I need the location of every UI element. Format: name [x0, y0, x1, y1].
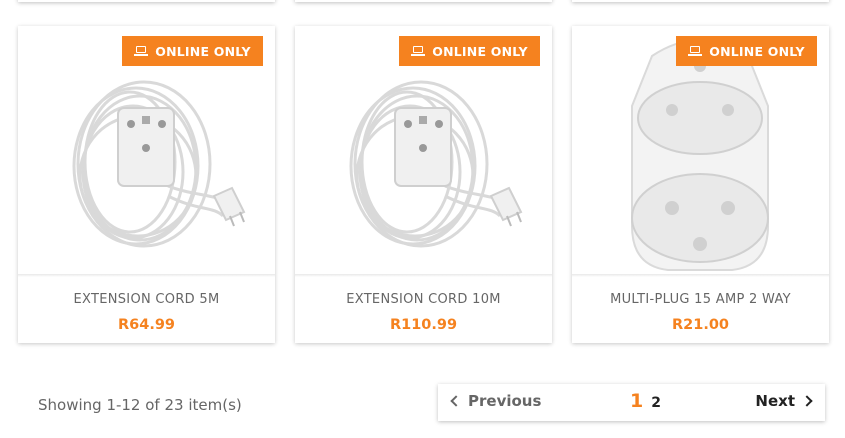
product-card-partial: [295, 0, 552, 2]
next-page-button[interactable]: Next: [755, 392, 813, 410]
product-price: R21.00: [671, 317, 730, 333]
laptop-icon: [411, 45, 426, 57]
product-card[interactable]: ONLINE ONLY EXTENSION CORD 5M R64.99: [18, 26, 275, 343]
product-image[interactable]: ONLINE ONLY: [295, 26, 552, 274]
product-card[interactable]: ONLINE ONLY EXTENSION CORD 10M R110.99: [295, 26, 552, 343]
product-card-partial: [572, 0, 829, 2]
product-card-partial: [18, 0, 275, 2]
product-name[interactable]: EXTENSION CORD 5M: [18, 292, 275, 307]
product-price: R64.99: [117, 317, 176, 333]
badge-label: ONLINE ONLY: [709, 43, 805, 59]
chevron-right-icon: [801, 395, 813, 407]
product-card[interactable]: ONLINE ONLY MULTI-PLUG 15 AMP 2 WAY R21.…: [572, 26, 829, 343]
product-image[interactable]: ONLINE ONLY: [572, 26, 829, 274]
online-only-badge: ONLINE ONLY: [122, 36, 263, 66]
page-1-current: 1: [630, 390, 644, 412]
previous-page-button[interactable]: Previous: [450, 392, 542, 410]
card-divider: [18, 274, 275, 277]
product-price: R110.99: [389, 317, 458, 333]
next-label: Next: [755, 392, 795, 410]
chevron-left-icon: [450, 395, 462, 407]
card-divider: [572, 274, 829, 277]
product-image[interactable]: ONLINE ONLY: [18, 26, 275, 274]
online-only-badge: ONLINE ONLY: [399, 36, 540, 66]
page-numbers: 1 2: [630, 390, 661, 412]
previous-label: Previous: [468, 392, 542, 410]
online-only-badge: ONLINE ONLY: [676, 36, 817, 66]
badge-label: ONLINE ONLY: [432, 43, 528, 59]
card-divider: [295, 274, 552, 277]
page-2-link[interactable]: 2: [651, 395, 661, 411]
laptop-icon: [134, 45, 149, 57]
pagination: Previous 1 2 Next: [438, 384, 825, 421]
product-name[interactable]: EXTENSION CORD 10M: [295, 292, 552, 307]
laptop-icon: [688, 45, 703, 57]
product-name[interactable]: MULTI-PLUG 15 AMP 2 WAY: [572, 292, 829, 307]
badge-label: ONLINE ONLY: [155, 43, 251, 59]
results-summary: Showing 1-12 of 23 item(s): [38, 396, 242, 414]
